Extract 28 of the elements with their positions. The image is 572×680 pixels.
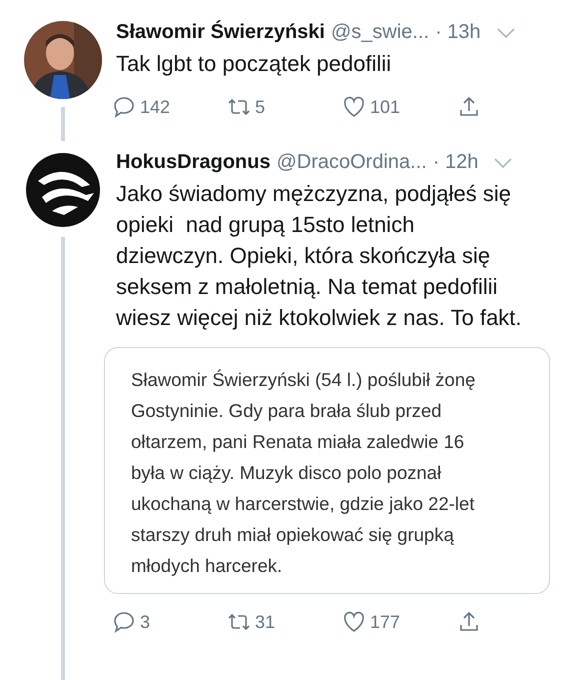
like-button[interactable]: 101 <box>342 95 457 119</box>
reply-icon <box>112 95 136 119</box>
quote-text-line: Gostyninie. Gdy para brała ślub przed <box>131 399 443 423</box>
heart-icon <box>342 95 366 119</box>
quote-text-line: młodych harcerek. <box>131 554 284 578</box>
quote-card[interactable] <box>104 347 550 594</box>
share-icon[interactable] <box>457 610 481 634</box>
share-icon[interactable] <box>457 95 481 119</box>
user-name[interactable]: HokusDragonus <box>116 151 270 174</box>
quote-text-line: była w ciąży. Muzyk disco polo poznał <box>131 461 442 485</box>
quote-text-line: starszy druh miał opiekować się grupką <box>131 523 455 547</box>
quote-text-line: Sławomir Świerzyński (54 l.) poślubił żonę <box>131 368 476 392</box>
retweet-button[interactable]: 5 <box>227 95 342 119</box>
reply-button[interactable]: 142 <box>112 95 227 119</box>
timestamp: · 13h <box>435 21 481 44</box>
retweet-button[interactable]: 31 <box>227 610 342 634</box>
tweet-text: Tak lgbt to początek pedofilii <box>116 50 392 78</box>
quote-text-line: ołtarzem, pani Renata miała zaledwie 16 <box>131 430 466 454</box>
like-button[interactable]: 177 <box>342 610 457 634</box>
quote-text-line: ukochaną w harcerstwie, gdzie jako 22-let <box>131 492 476 516</box>
user-name[interactable]: Sławomir Świerzyński <box>116 21 325 44</box>
reply-button[interactable]: 3 <box>112 610 227 634</box>
tweet-text: Jako świadomy mężczyzna, podjąłeś się opieki nad grupą 15sto letnich dziewczyn. Opieki, która skończyła się seksem z małoletnią. Na temat pedofilii wiesz więcej niż ktokolwiek z nas. To fakt. <box>116 180 523 332</box>
heart-icon <box>342 610 366 634</box>
user-handle[interactable]: @s_swie... <box>330 21 430 44</box>
timestamp: · 12h <box>432 151 478 174</box>
reply-icon <box>112 610 136 634</box>
user-handle[interactable]: @DracoOrdina... <box>276 151 427 174</box>
